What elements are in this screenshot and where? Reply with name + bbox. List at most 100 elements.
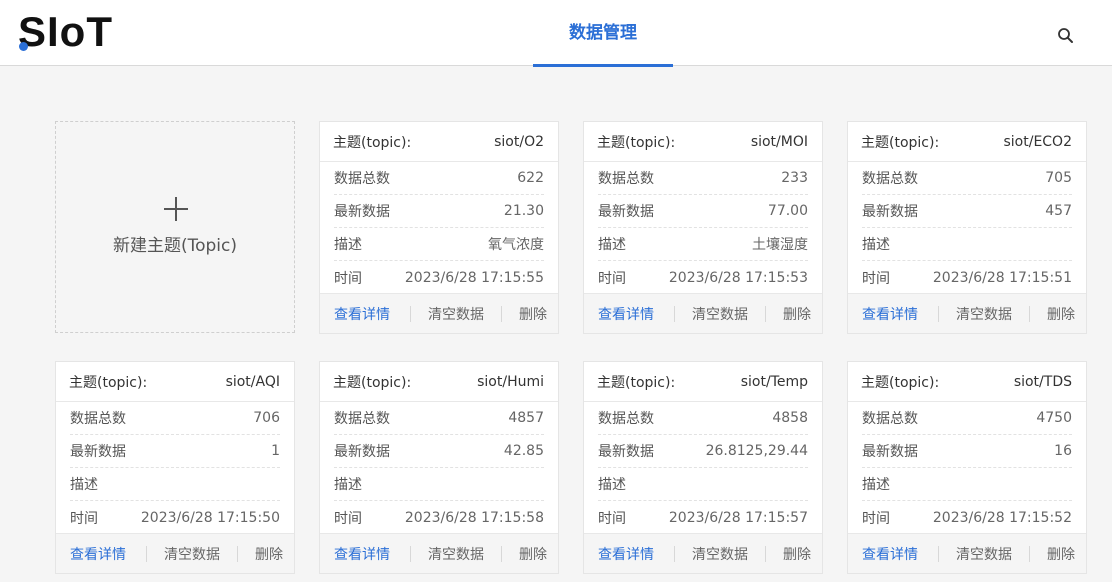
row-time: 时间 2023/6/28 17:15:57 bbox=[598, 501, 808, 534]
card-header: 主题(topic): siot/MOI bbox=[584, 122, 822, 162]
card-actions: 查看详情 清空数据 删除 bbox=[584, 533, 822, 573]
row-latest: 最新数据 42.85 bbox=[334, 435, 544, 468]
row-total: 数据总数 622 bbox=[334, 162, 544, 195]
view-details-button[interactable]: 查看详情 bbox=[584, 304, 674, 324]
new-topic-card[interactable]: 新建主题(Topic) bbox=[55, 121, 295, 333]
row-label: 描述 bbox=[862, 237, 890, 253]
topic-label: 主题(topic): bbox=[69, 374, 148, 391]
row-label: 数据总数 bbox=[598, 171, 654, 187]
row-label: 时间 bbox=[70, 510, 98, 527]
row-label: 时间 bbox=[598, 510, 626, 527]
card-actions: 查看详情 清空数据 删除 bbox=[848, 293, 1086, 333]
card-body: 数据总数 233 最新数据 77.00 描述 土壤湿度 时间 2023/6/28… bbox=[584, 162, 822, 294]
row-total: 数据总数 4857 bbox=[334, 402, 544, 435]
search-icon[interactable] bbox=[1056, 26, 1076, 46]
view-details-button[interactable]: 查看详情 bbox=[584, 544, 674, 564]
card-header: 主题(topic): siot/TDS bbox=[848, 362, 1086, 402]
clear-data-button[interactable]: 清空数据 bbox=[675, 544, 765, 564]
time-value: 2023/6/28 17:15:50 bbox=[140, 509, 280, 526]
delete-button[interactable]: 删除 bbox=[502, 304, 558, 324]
delete-button[interactable]: 删除 bbox=[502, 544, 558, 564]
view-details-button[interactable]: 查看详情 bbox=[320, 304, 410, 324]
row-label: 数据总数 bbox=[862, 411, 918, 427]
row-time: 时间 2023/6/28 17:15:50 bbox=[70, 501, 280, 534]
row-latest: 最新数据 77.00 bbox=[598, 195, 808, 228]
row-total: 数据总数 4750 bbox=[862, 402, 1072, 435]
row-label: 时间 bbox=[862, 270, 890, 287]
row-latest: 最新数据 16 bbox=[862, 435, 1072, 468]
row-time: 时间 2023/6/28 17:15:58 bbox=[334, 501, 544, 534]
card-body: 数据总数 4857 最新数据 42.85 描述 时间 2023/6/28 17:… bbox=[320, 402, 558, 534]
topic-label: 主题(topic): bbox=[597, 374, 676, 391]
row-total: 数据总数 705 bbox=[862, 162, 1072, 195]
card-header: 主题(topic): siot/AQI bbox=[56, 362, 294, 402]
topic-card: 主题(topic): siot/ECO2 数据总数 705 最新数据 457 描… bbox=[847, 121, 1087, 334]
row-desc: 描述 氧气浓度 bbox=[334, 228, 544, 261]
row-desc: 描述 土壤湿度 bbox=[598, 228, 808, 261]
view-details-button[interactable]: 查看详情 bbox=[848, 544, 938, 564]
total-value: 4750 bbox=[1036, 410, 1072, 426]
time-value: 2023/6/28 17:15:51 bbox=[932, 269, 1072, 286]
row-label: 最新数据 bbox=[70, 444, 126, 460]
clear-data-button[interactable]: 清空数据 bbox=[939, 544, 1029, 564]
card-header: 主题(topic): siot/Humi bbox=[320, 362, 558, 402]
latest-value: 16 bbox=[1054, 443, 1072, 459]
time-value: 2023/6/28 17:15:52 bbox=[932, 509, 1072, 526]
topic-card: 主题(topic): siot/MOI 数据总数 233 最新数据 77.00 … bbox=[583, 121, 823, 334]
clear-data-button[interactable]: 清空数据 bbox=[147, 544, 237, 564]
card-actions: 查看详情 清空数据 删除 bbox=[56, 533, 294, 573]
total-value: 622 bbox=[517, 170, 544, 186]
tab-data-management[interactable]: 数据管理 bbox=[533, 0, 673, 67]
clear-data-button[interactable]: 清空数据 bbox=[411, 544, 501, 564]
row-desc: 描述 bbox=[862, 228, 1072, 261]
siot-logo[interactable]: SIoT bbox=[18, 11, 122, 53]
topic-card: 主题(topic): siot/Temp 数据总数 4858 最新数据 26.8… bbox=[583, 361, 823, 574]
view-details-button[interactable]: 查看详情 bbox=[56, 544, 146, 564]
logo-dot bbox=[19, 42, 28, 51]
card-body: 数据总数 4750 最新数据 16 描述 时间 2023/6/28 17:15:… bbox=[848, 402, 1086, 534]
topic-label: 主题(topic): bbox=[333, 134, 412, 151]
view-details-button[interactable]: 查看详情 bbox=[848, 304, 938, 324]
card-header: 主题(topic): siot/O2 bbox=[320, 122, 558, 162]
topic-card: 主题(topic): siot/TDS 数据总数 4750 最新数据 16 描述… bbox=[847, 361, 1087, 574]
topic-name: siot/AQI bbox=[225, 373, 280, 390]
row-label: 描述 bbox=[598, 477, 626, 493]
total-value: 705 bbox=[1045, 170, 1072, 186]
delete-button[interactable]: 删除 bbox=[766, 304, 822, 324]
delete-button[interactable]: 删除 bbox=[1030, 304, 1086, 324]
row-label: 时间 bbox=[334, 510, 362, 527]
row-latest: 最新数据 1 bbox=[70, 435, 280, 468]
clear-data-button[interactable]: 清空数据 bbox=[675, 304, 765, 324]
topic-label: 主题(topic): bbox=[861, 134, 940, 151]
top-header: SIoT 数据管理 bbox=[0, 0, 1112, 67]
card-body: 数据总数 622 最新数据 21.30 描述 氧气浓度 时间 2023/6/28… bbox=[320, 162, 558, 294]
card-actions: 查看详情 清空数据 删除 bbox=[584, 293, 822, 333]
clear-data-button[interactable]: 清空数据 bbox=[939, 304, 1029, 324]
latest-value: 42.85 bbox=[503, 443, 544, 459]
card-header: 主题(topic): siot/Temp bbox=[584, 362, 822, 402]
topic-name: siot/ECO2 bbox=[1003, 133, 1072, 150]
total-value: 4857 bbox=[508, 410, 544, 426]
card-body: 数据总数 705 最新数据 457 描述 时间 2023/6/28 17:15:… bbox=[848, 162, 1086, 294]
row-label: 数据总数 bbox=[334, 411, 390, 427]
row-desc: 描述 bbox=[598, 468, 808, 501]
row-label: 时间 bbox=[598, 270, 626, 287]
row-total: 数据总数 706 bbox=[70, 402, 280, 435]
row-label: 最新数据 bbox=[334, 444, 390, 460]
row-desc: 描述 bbox=[70, 468, 280, 501]
card-actions: 查看详情 清空数据 删除 bbox=[320, 533, 558, 573]
row-label: 最新数据 bbox=[598, 204, 654, 220]
row-total: 数据总数 233 bbox=[598, 162, 808, 195]
view-details-button[interactable]: 查看详情 bbox=[320, 544, 410, 564]
delete-button[interactable]: 删除 bbox=[766, 544, 822, 564]
row-label: 数据总数 bbox=[70, 411, 126, 427]
row-label: 数据总数 bbox=[598, 411, 654, 427]
topic-card: 主题(topic): siot/O2 数据总数 622 最新数据 21.30 描… bbox=[319, 121, 559, 334]
total-value: 4858 bbox=[772, 410, 808, 426]
row-label: 描述 bbox=[598, 237, 626, 253]
row-label: 最新数据 bbox=[862, 204, 918, 220]
clear-data-button[interactable]: 清空数据 bbox=[411, 304, 501, 324]
delete-button[interactable]: 删除 bbox=[1030, 544, 1086, 564]
delete-button[interactable]: 删除 bbox=[238, 544, 294, 564]
row-label: 描述 bbox=[334, 237, 362, 253]
